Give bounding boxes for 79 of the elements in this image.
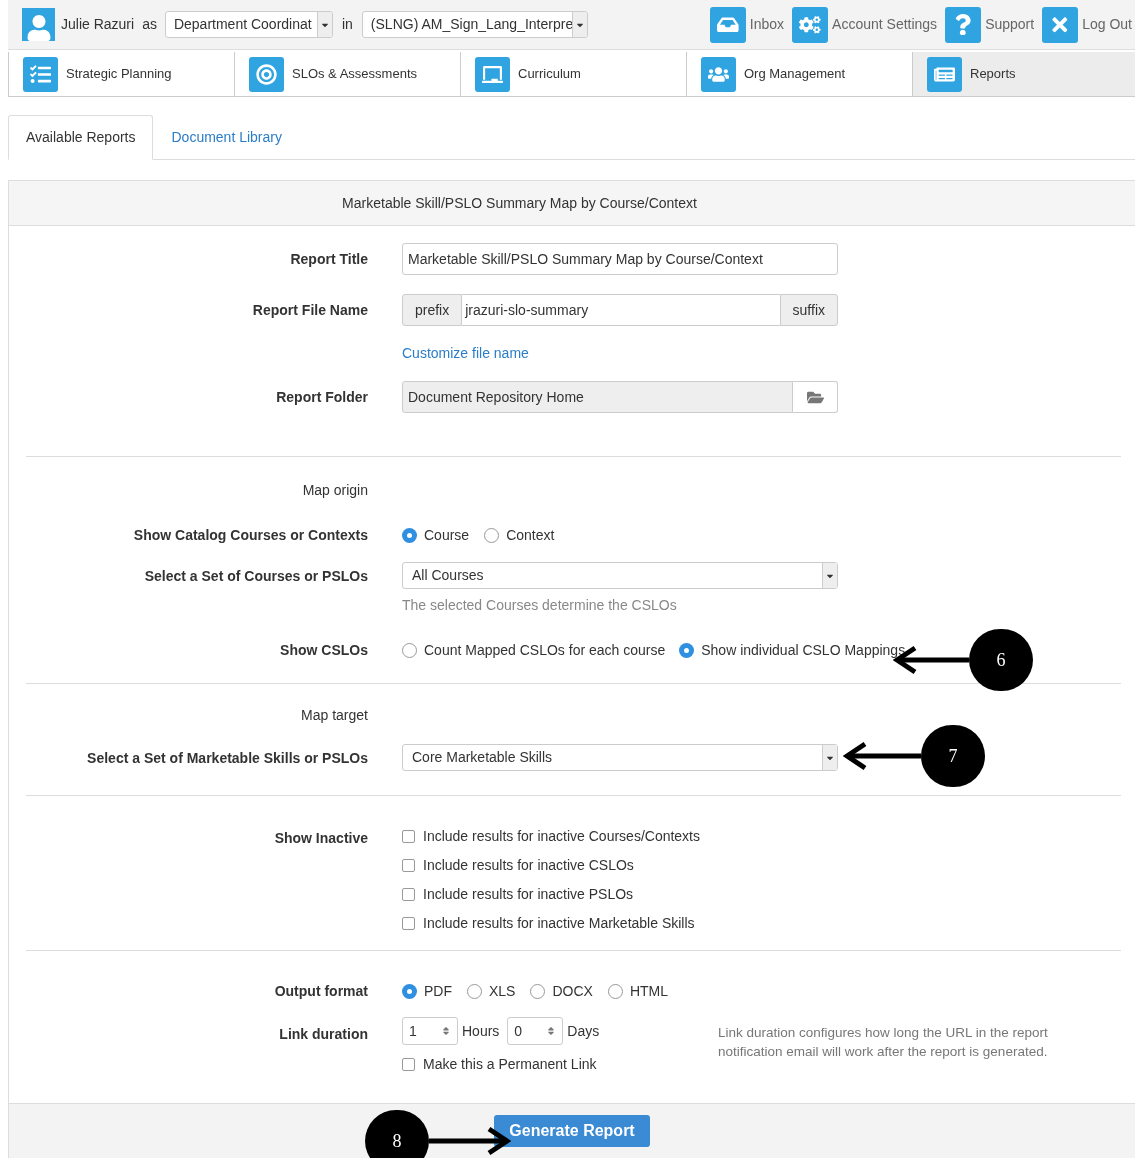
- module-tab[interactable]: Reports: [912, 52, 1135, 96]
- checkbox-label: Include results for inactive PSLOs: [423, 885, 634, 904]
- target-icon: [249, 56, 284, 92]
- field-label: Select a Set of Marketable Skills or PSLOs: [87, 749, 368, 766]
- field-label: Map target: [301, 707, 368, 723]
- field-label: Show Inactive: [274, 830, 368, 846]
- radio-label: PDF: [424, 981, 452, 1001]
- folder-field: Document Repository Home: [402, 381, 793, 413]
- checkbox[interactable]: [402, 888, 415, 901]
- checkbox[interactable]: [402, 1058, 415, 1071]
- unit-dropdown[interactable]: (SLNG) AM_Sign_Lang_Interpre: [361, 11, 588, 38]
- people-icon: [701, 56, 736, 92]
- title-field[interactable]: Marketable Skill/PSLO Summary Map by Course/Context: [402, 243, 838, 275]
- radio-button[interactable]: [679, 642, 695, 658]
- checkbox-label: Make this a Permanent Link: [423, 1055, 597, 1074]
- hours-spinner[interactable]: 1: [402, 1017, 458, 1045]
- in-text: in: [341, 15, 353, 34]
- arrow-icon: [429, 1126, 511, 1156]
- avatar-icon: [22, 8, 55, 41]
- skills-dropdown[interactable]: Core Marketable Skills: [402, 744, 838, 771]
- radio-button[interactable]: [530, 983, 546, 999]
- radio-label: HTML: [629, 981, 669, 1001]
- header-link[interactable]: Log Out: [1082, 14, 1132, 35]
- field-label: Report Title: [290, 251, 368, 267]
- as-text: as: [142, 15, 157, 34]
- header-link[interactable]: Account Settings: [832, 14, 938, 35]
- checkbox-label: Include results for inactive Marketable Skills: [423, 914, 695, 933]
- days-spinner[interactable]: 0: [507, 1017, 564, 1045]
- checkbox-label: Include results for inactive CSLOs: [423, 856, 634, 875]
- radio-label: Course: [424, 525, 470, 545]
- radio-button[interactable]: [402, 642, 417, 658]
- checkbox[interactable]: [402, 917, 415, 930]
- gears-icon: [792, 6, 829, 43]
- radio-button[interactable]: [402, 983, 417, 999]
- report-heading: Marketable Skill/PSLO Summary Map by Course/Context: [342, 193, 698, 213]
- checkbox[interactable]: [402, 859, 415, 872]
- radio-label: Context: [506, 525, 555, 545]
- page-tab[interactable]: Available Reports: [8, 115, 154, 160]
- suffix-addon: suffix: [779, 294, 838, 326]
- field-label: Map origin: [302, 482, 368, 498]
- inbox-icon: [709, 6, 746, 43]
- role-dropdown[interactable]: Department Coordinat: [164, 11, 333, 38]
- customize-link[interactable]: Customize file name: [402, 342, 529, 364]
- radio-button[interactable]: [607, 983, 623, 999]
- header-link[interactable]: Inbox: [749, 14, 785, 35]
- radio-label: XLS: [489, 981, 516, 1001]
- field-label: Output format: [274, 983, 368, 999]
- radio-label: DOCX: [552, 981, 593, 1001]
- radio-button[interactable]: [402, 527, 417, 543]
- file-name-field[interactable]: jrazuri-slo-summary: [462, 294, 780, 326]
- radio-button[interactable]: [467, 983, 482, 999]
- hint-text: The selected Courses determine the CSLOs: [402, 595, 677, 615]
- prefix-addon: prefix: [402, 294, 463, 326]
- radio-button[interactable]: [484, 527, 500, 543]
- radio-label: Show individual CSLO Mappings: [701, 640, 906, 660]
- browse-folder-button[interactable]: [793, 381, 838, 413]
- help-icon: [945, 6, 982, 43]
- unit-label: Days: [567, 1021, 600, 1041]
- unit-label: Hours: [462, 1021, 500, 1041]
- generate-report-button[interactable]: Generate Report: [494, 1115, 650, 1147]
- field-label: Select a Set of Courses or PSLOs: [144, 567, 368, 584]
- field-label: Link duration: [279, 1026, 368, 1042]
- close-icon: [1042, 6, 1079, 43]
- chalkboard-icon: [475, 56, 510, 92]
- user-name: Julie Razuri: [61, 15, 135, 34]
- field-label: Report File Name: [252, 302, 368, 318]
- checkbox-label: Include results for inactive Courses/Contexts: [423, 827, 700, 846]
- field-label: Show Catalog Courses or Contexts: [133, 527, 368, 543]
- radio-label: Count Mapped CSLOs for each course: [424, 640, 666, 660]
- courses-dropdown[interactable]: All Courses: [402, 562, 838, 589]
- help-text: Link duration configures how long the URL in the report notification email will work after the report is generated.: [718, 1024, 1049, 1061]
- list-icon: [23, 56, 58, 92]
- arrow-icon: [843, 741, 921, 771]
- header-link[interactable]: Support: [985, 14, 1035, 35]
- field-label: Show CSLOs: [280, 642, 368, 658]
- page-tab[interactable]: Document Library: [153, 115, 300, 160]
- checkbox[interactable]: [402, 830, 415, 843]
- newspaper-icon: [927, 56, 962, 92]
- field-label: Report Folder: [276, 389, 368, 405]
